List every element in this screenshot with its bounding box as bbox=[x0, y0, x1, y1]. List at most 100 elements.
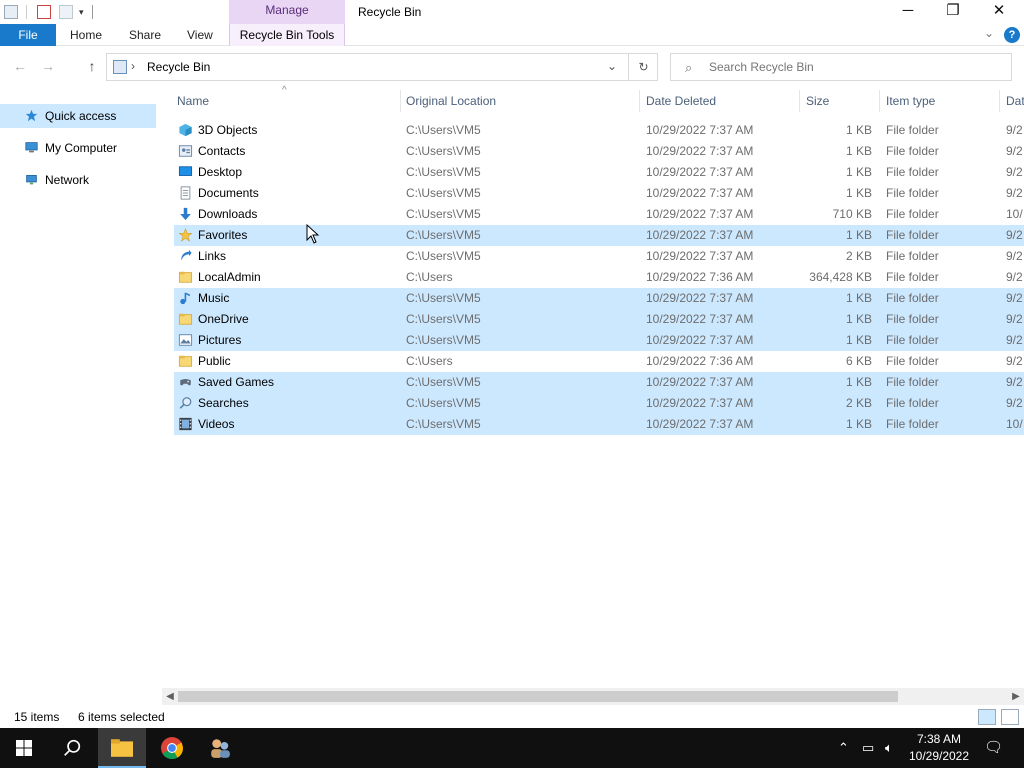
cell-original-location: C:\Users\VM5 bbox=[406, 396, 481, 410]
table-row[interactable]: LocalAdmin C:\Users 10/29/2022 7:36 AM 364,… bbox=[174, 267, 1024, 288]
cell-date: 9/2 bbox=[1006, 228, 1023, 242]
taskbar-search-button[interactable] bbox=[48, 728, 96, 768]
nav-item-quick-access[interactable]: Quick access bbox=[0, 104, 156, 128]
start-button[interactable] bbox=[0, 728, 48, 768]
cell-name: LocalAdmin bbox=[198, 270, 261, 284]
breadcrumb-chevron-icon[interactable]: › bbox=[131, 59, 135, 73]
network-status-icon[interactable]: ▭ bbox=[862, 740, 874, 756]
help-icon[interactable]: ? bbox=[1004, 27, 1020, 43]
maximize-button[interactable]: ❐ bbox=[930, 0, 976, 24]
cell-name: Videos bbox=[198, 417, 235, 431]
column-divider[interactable] bbox=[400, 90, 401, 112]
cell-date: 9/2 bbox=[1006, 123, 1023, 137]
cell-date: 9/2 bbox=[1006, 375, 1023, 389]
customize-toolbar-chevron-icon[interactable]: ▾ bbox=[79, 7, 84, 18]
taskbar-app-users[interactable] bbox=[196, 728, 244, 768]
nav-item-network[interactable]: Network bbox=[0, 168, 156, 192]
table-row[interactable]: Searches C:\Users\VM5 10/29/2022 7:37 AM 2 … bbox=[174, 393, 1024, 414]
taskbar: ⌃ ▭ 🔈︎ 7:38 AM 10/29/2022 🗨︎ bbox=[0, 728, 1024, 768]
close-button[interactable]: ✕ bbox=[976, 0, 1022, 24]
table-row[interactable]: OneDrive C:\Users\VM5 10/29/2022 7:37 AM 1 … bbox=[174, 309, 1024, 330]
table-row[interactable]: Links C:\Users\VM5 10/29/2022 7:37 AM 2 KB F… bbox=[174, 246, 1024, 267]
address-dropdown-icon[interactable]: ⌄ bbox=[607, 59, 617, 73]
back-button[interactable]: ← bbox=[10, 56, 30, 76]
breadcrumb-recycle-bin[interactable]: Recycle Bin bbox=[147, 60, 210, 74]
large-icons-view-icon[interactable] bbox=[1001, 709, 1019, 725]
action-center-icon[interactable]: 🗨︎ bbox=[984, 738, 1003, 756]
expand-ribbon-chevron-icon[interactable]: ⌄ bbox=[984, 26, 994, 40]
minimize-button[interactable]: ─ bbox=[885, 0, 931, 24]
cell-size: 1 KB bbox=[845, 291, 872, 305]
recycle-bin-icon bbox=[113, 60, 127, 74]
cell-item-type: File folder bbox=[886, 207, 939, 221]
column-divider[interactable] bbox=[639, 90, 640, 112]
search-box[interactable]: ⌕ bbox=[670, 53, 1012, 81]
cell-size: 2 KB bbox=[845, 396, 872, 410]
table-row[interactable]: 3D Objects C:\Users\VM5 10/29/2022 7:37 AM… bbox=[174, 120, 1024, 141]
column-divider[interactable] bbox=[999, 90, 1000, 112]
address-bar[interactable]: › Recycle Bin ⌄ bbox=[106, 53, 658, 81]
column-header-name[interactable]: Name bbox=[177, 88, 209, 114]
cube-icon bbox=[179, 123, 192, 137]
horizontal-scrollbar[interactable]: ◀ ▶ bbox=[162, 688, 1024, 705]
taskbar-file-explorer[interactable] bbox=[98, 728, 146, 768]
table-row[interactable]: Saved Games C:\Users\VM5 10/29/2022 7:37 A… bbox=[174, 372, 1024, 393]
search-input[interactable] bbox=[709, 60, 999, 74]
windows-logo-icon bbox=[16, 740, 32, 756]
column-header-date-deleted[interactable]: Date Deleted bbox=[646, 88, 716, 114]
forward-button[interactable]: → bbox=[38, 56, 58, 76]
recycle-bin-icon[interactable] bbox=[4, 5, 18, 19]
tab-share[interactable]: Share bbox=[129, 24, 161, 46]
scroll-right-icon[interactable]: ▶ bbox=[1008, 688, 1024, 705]
tab-home[interactable]: Home bbox=[70, 24, 102, 46]
star-icon bbox=[25, 109, 38, 122]
table-row[interactable]: Contacts C:\Users\VM5 10/29/2022 7:37 AM 1 … bbox=[174, 141, 1024, 162]
tab-file[interactable]: File bbox=[0, 24, 56, 46]
column-divider[interactable] bbox=[799, 90, 800, 112]
taskbar-chrome[interactable] bbox=[148, 728, 196, 768]
column-header-date[interactable]: Dat bbox=[1006, 88, 1024, 114]
cell-name: Public bbox=[198, 354, 231, 368]
column-divider[interactable] bbox=[879, 90, 880, 112]
nav-item-label: Network bbox=[45, 173, 90, 187]
toolbar-divider bbox=[91, 5, 93, 19]
column-header-item-type[interactable]: Item type bbox=[886, 88, 935, 114]
table-row[interactable]: Desktop C:\Users\VM5 10/29/2022 7:37 AM 1 K… bbox=[174, 162, 1024, 183]
cell-name: Desktop bbox=[198, 165, 243, 179]
table-row[interactable]: Downloads C:\Users\VM5 10/29/2022 7:37 AM 7… bbox=[174, 204, 1024, 225]
cell-date: 9/2 bbox=[1006, 312, 1023, 326]
cell-date-deleted: 10/29/2022 7:37 AM bbox=[646, 144, 754, 158]
table-row[interactable]: Public C:\Users 10/29/2022 7:36 AM 6 KB File… bbox=[174, 351, 1024, 372]
volume-icon[interactable]: 🔈︎ bbox=[885, 740, 893, 756]
tab-view[interactable]: View bbox=[187, 24, 213, 46]
cell-item-type: File folder bbox=[886, 249, 939, 263]
column-header-original-location[interactable]: Original Location bbox=[406, 88, 496, 114]
system-clock[interactable]: 7:38 AM 10/29/2022 bbox=[904, 731, 974, 765]
cell-date-deleted: 10/29/2022 7:37 AM bbox=[646, 396, 754, 410]
window-title: Recycle Bin bbox=[358, 5, 422, 19]
column-header-size[interactable]: Size bbox=[806, 88, 829, 114]
show-hidden-icons-chevron-icon[interactable]: ⌃ bbox=[838, 740, 849, 756]
table-row[interactable]: Favorites C:\Users\VM5 10/29/2022 7:37 AM 1… bbox=[174, 225, 1024, 246]
table-row[interactable]: Videos C:\Users\VM5 10/29/2022 7:37 AM 1 KB… bbox=[174, 414, 1024, 435]
cell-name: Saved Games bbox=[198, 375, 275, 389]
refresh-button[interactable]: ↻ bbox=[628, 53, 658, 81]
table-row[interactable]: Documents C:\Users\VM5 10/29/2022 7:37 AM 1… bbox=[174, 183, 1024, 204]
tab-recycle-bin-tools[interactable]: Recycle Bin Tools bbox=[229, 24, 345, 46]
scroll-left-icon[interactable]: ◀ bbox=[162, 688, 178, 705]
manage-context-tab[interactable]: Manage bbox=[229, 0, 345, 24]
table-row[interactable]: Pictures C:\Users\VM5 10/29/2022 7:37 AM 1 … bbox=[174, 330, 1024, 351]
cell-date-deleted: 10/29/2022 7:37 AM bbox=[646, 417, 754, 431]
scrollbar-thumb[interactable] bbox=[178, 691, 898, 702]
up-button[interactable]: ↑ bbox=[82, 56, 102, 76]
cell-date: 10/ bbox=[1006, 207, 1023, 221]
cell-name: OneDrive bbox=[198, 312, 249, 326]
link-icon bbox=[181, 249, 192, 261]
quick-access-toolbar: ▾ bbox=[0, 0, 93, 24]
properties-icon[interactable] bbox=[37, 5, 51, 19]
cell-date-deleted: 10/29/2022 7:36 AM bbox=[646, 354, 754, 368]
new-folder-icon[interactable] bbox=[59, 5, 73, 19]
nav-item-my-computer[interactable]: My Computer bbox=[0, 136, 156, 160]
table-row[interactable]: Music C:\Users\VM5 10/29/2022 7:37 AM 1 KB F… bbox=[174, 288, 1024, 309]
details-view-icon[interactable] bbox=[978, 709, 996, 725]
